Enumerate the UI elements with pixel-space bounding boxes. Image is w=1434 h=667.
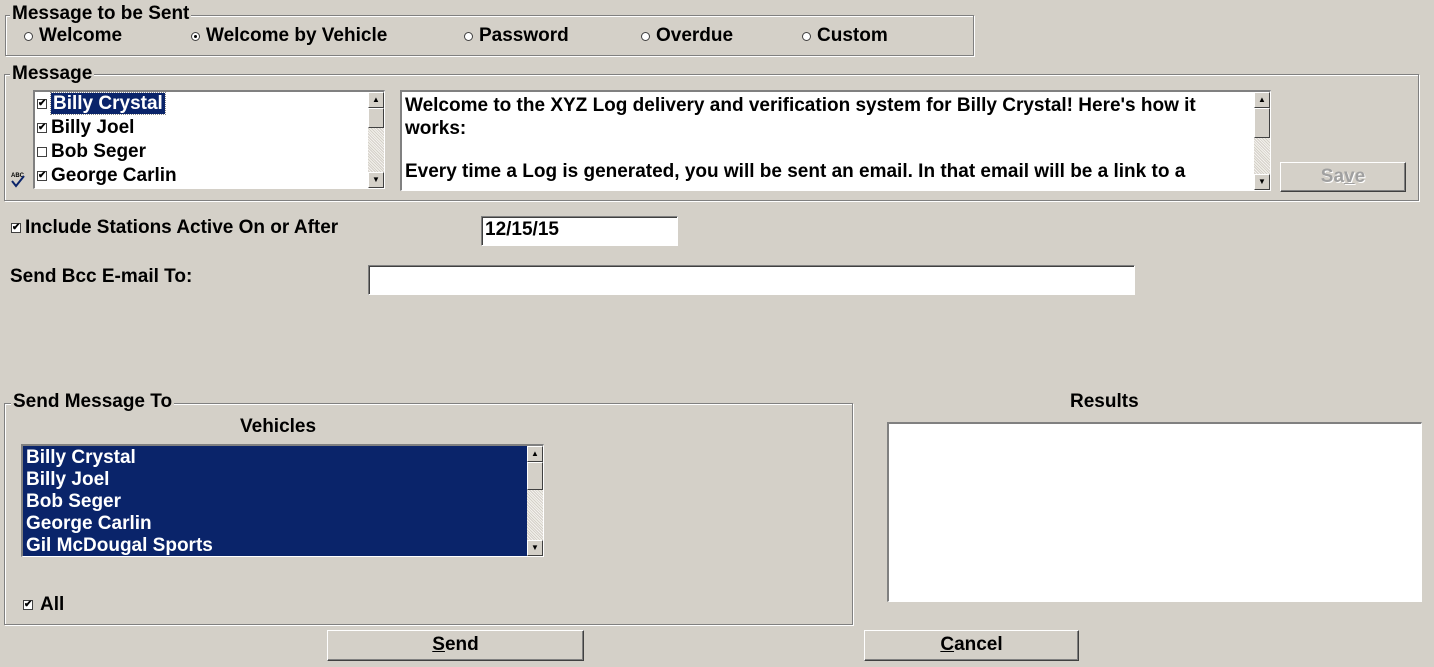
include-stations-label: Include Stations Active On or After xyxy=(25,217,339,238)
radio-welcome-by-vehicle-dot xyxy=(191,31,200,41)
send-label: Send xyxy=(432,634,479,655)
radio-welcome-label: Welcome xyxy=(39,25,123,46)
list-item[interactable]: George Carlin xyxy=(23,513,527,535)
list-item[interactable]: Gil McDougal Sports xyxy=(23,535,527,556)
save-button[interactable]: Save xyxy=(1280,162,1406,192)
message-body-text: Welcome to the XYZ Log delivery and veri… xyxy=(405,94,1252,183)
radio-password[interactable]: Password xyxy=(464,25,569,47)
radio-custom-label: Custom xyxy=(817,25,888,46)
radio-password-label: Password xyxy=(479,25,569,46)
scroll-thumb[interactable] xyxy=(527,462,543,490)
list-item[interactable]: Billy Crystal xyxy=(23,447,527,469)
recipient-name: Billy Joel xyxy=(51,117,135,138)
vehicles-list-scrollbar[interactable]: ▲ ▼ xyxy=(527,446,543,556)
scroll-up-icon[interactable]: ▲ xyxy=(368,92,384,108)
radio-custom-dot xyxy=(802,31,811,41)
list-item[interactable]: Billy Joel xyxy=(35,116,368,140)
active-date-input[interactable]: 12/15/15 xyxy=(481,216,678,246)
send-message-to-legend: Send Message To xyxy=(11,391,175,412)
scroll-up-icon[interactable]: ▲ xyxy=(527,446,543,462)
radio-overdue-label: Overdue xyxy=(656,25,734,46)
radio-custom[interactable]: Custom xyxy=(802,25,888,47)
bcc-email-input[interactable] xyxy=(368,265,1135,295)
message-line: Welcome to the XYZ Log delivery and veri… xyxy=(405,95,1196,116)
message-legend: Message xyxy=(10,63,95,84)
recipient-list-rows: Billy Crystal Billy Joel Bob Seger Georg… xyxy=(35,92,368,188)
message-body-scrollbar[interactable]: ▲ ▼ xyxy=(1254,92,1270,190)
message-line-blank xyxy=(405,140,1252,160)
scroll-down-icon[interactable]: ▼ xyxy=(527,540,543,556)
list-item[interactable]: Billy Crystal xyxy=(35,92,368,116)
scroll-thumb[interactable] xyxy=(368,108,384,128)
message-body[interactable]: Welcome to the XYZ Log delivery and veri… xyxy=(400,90,1271,191)
all-checkbox[interactable] xyxy=(23,597,33,613)
recipient-checkbox[interactable] xyxy=(37,96,47,112)
vehicles-header: Vehicles xyxy=(240,416,317,437)
message-line: Every time a Log is generated, you will … xyxy=(405,161,1186,182)
radio-password-dot xyxy=(464,31,473,41)
all-label: All xyxy=(40,594,65,615)
recipient-list-scrollbar[interactable]: ▲ ▼ xyxy=(368,92,384,188)
results-label: Results xyxy=(1070,391,1139,412)
scroll-thumb[interactable] xyxy=(1254,108,1270,138)
recipient-list[interactable]: Billy Crystal Billy Joel Bob Seger Georg… xyxy=(33,90,385,189)
include-stations-checkbox[interactable] xyxy=(11,220,21,236)
results-box[interactable] xyxy=(887,422,1422,602)
bcc-label: Send Bcc E-mail To: xyxy=(10,266,193,287)
message-line: works: xyxy=(405,118,467,139)
recipient-name: Billy Crystal xyxy=(50,92,166,115)
scroll-down-icon[interactable]: ▼ xyxy=(1254,174,1270,190)
recipient-name: George Carlin xyxy=(51,165,177,186)
recipient-checkbox[interactable] xyxy=(37,168,47,184)
include-stations-row[interactable]: Include Stations Active On or After xyxy=(11,217,338,239)
cancel-label: Cancel xyxy=(940,634,1003,655)
cancel-button[interactable]: Cancel xyxy=(864,630,1079,661)
radio-welcome-dot xyxy=(24,31,33,41)
radio-overdue[interactable]: Overdue xyxy=(641,25,733,47)
radio-overdue-dot xyxy=(641,31,650,41)
radio-welcome[interactable]: Welcome xyxy=(24,25,122,47)
recipient-checkbox[interactable] xyxy=(37,146,47,157)
radio-welcome-by-vehicle-label: Welcome by Vehicle xyxy=(206,25,388,46)
save-label: Save xyxy=(1320,166,1366,187)
list-item[interactable]: George Carlin xyxy=(35,164,368,188)
list-item[interactable]: Bob Seger xyxy=(23,491,527,513)
vehicles-list-rows: Billy Crystal Billy Joel Bob Seger Georg… xyxy=(23,447,527,556)
message-type-legend: Message to be Sent xyxy=(10,3,192,24)
list-item[interactable]: Billy Joel xyxy=(23,469,527,491)
send-button[interactable]: Send xyxy=(327,630,584,661)
radio-welcome-by-vehicle[interactable]: Welcome by Vehicle xyxy=(191,25,387,47)
all-checkbox-row[interactable]: All xyxy=(23,594,64,616)
recipient-checkbox[interactable] xyxy=(37,120,47,136)
spellcheck-icon[interactable]: ABC xyxy=(9,170,27,188)
vehicles-list[interactable]: Billy Crystal Billy Joel Bob Seger Georg… xyxy=(21,444,544,557)
list-item[interactable]: Bob Seger xyxy=(35,140,368,164)
scroll-up-icon[interactable]: ▲ xyxy=(1254,92,1270,108)
scroll-down-icon[interactable]: ▼ xyxy=(368,172,384,188)
recipient-name: Bob Seger xyxy=(51,141,147,162)
